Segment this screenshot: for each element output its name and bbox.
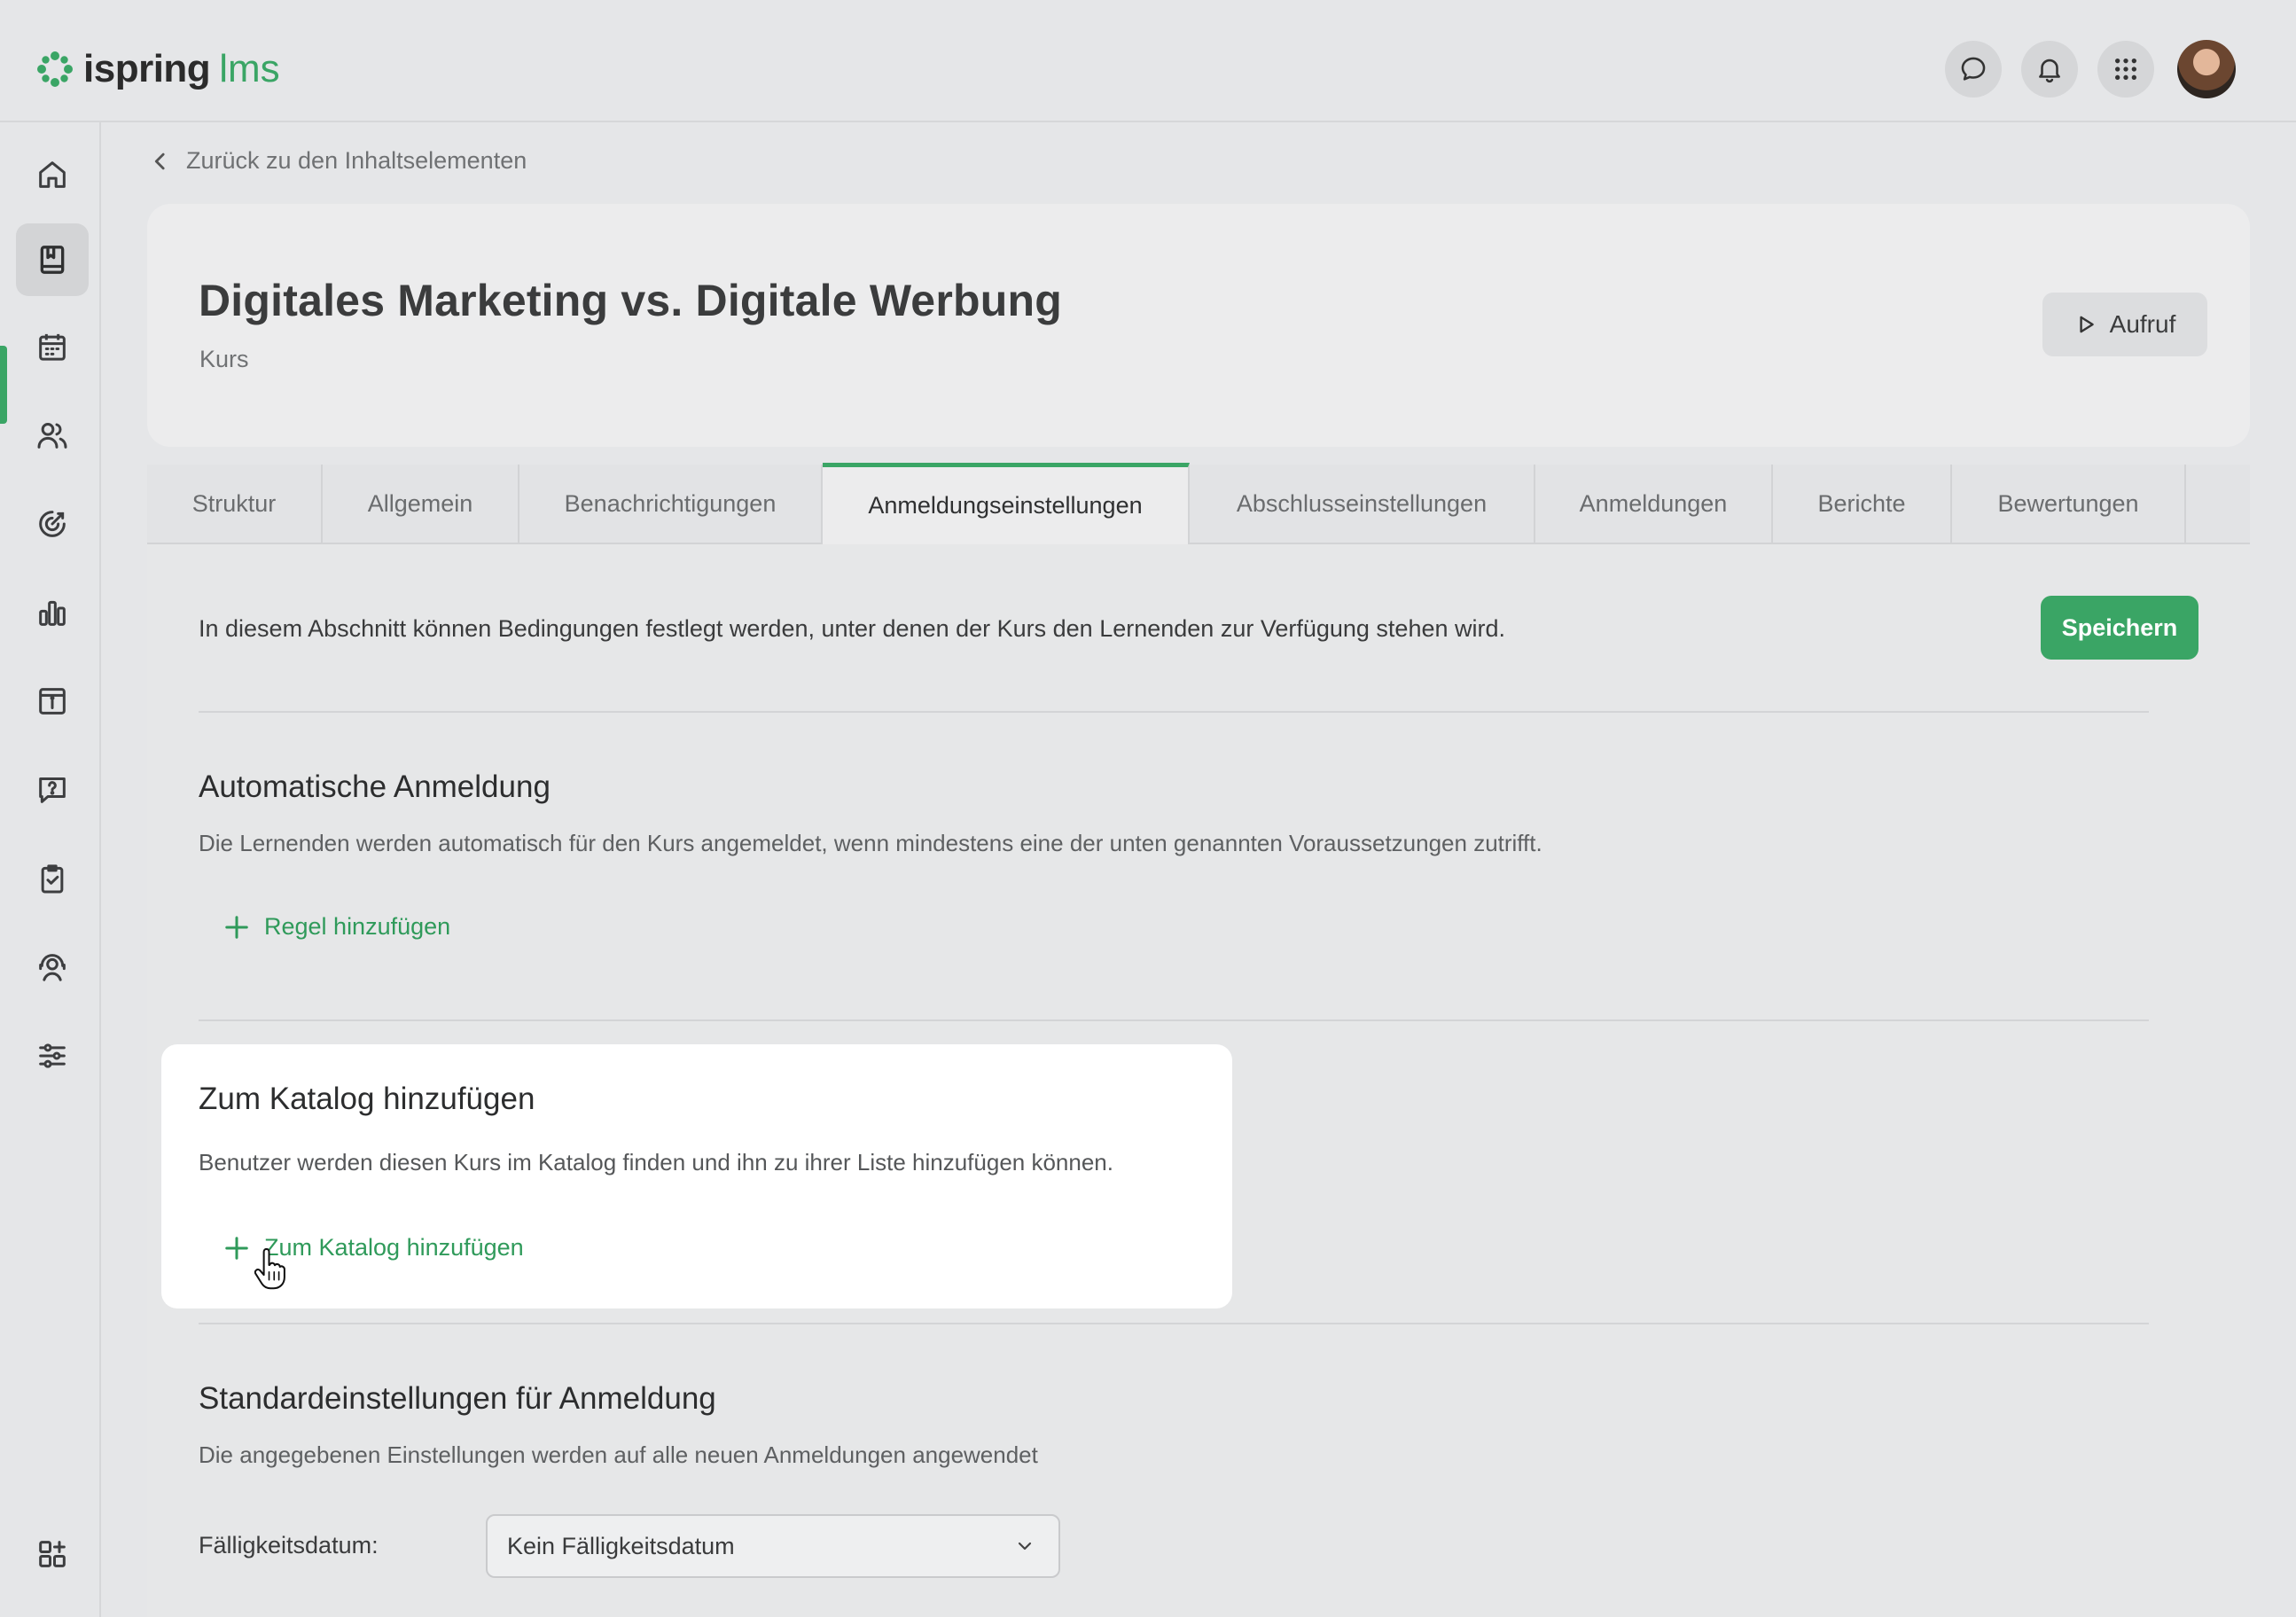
home-icon xyxy=(39,161,66,188)
ispring-logo-icon xyxy=(37,51,73,87)
apps-grid-icon xyxy=(2115,59,2136,80)
active-indicator xyxy=(0,346,7,424)
tab-allgemein[interactable]: Allgemein xyxy=(323,465,519,543)
sidebar-item-settings[interactable] xyxy=(16,1019,89,1092)
course-header: Digitales Marketing vs. Digitale Werbung… xyxy=(147,204,2250,447)
launch-button-label: Aufruf xyxy=(2109,310,2176,338)
target-icon xyxy=(39,511,66,537)
chat-button[interactable] xyxy=(1945,41,2002,98)
launch-button[interactable]: Aufruf xyxy=(2042,293,2207,356)
calendar-icon xyxy=(39,333,66,361)
book-icon xyxy=(40,246,65,274)
chevron-down-icon xyxy=(1018,1542,1032,1551)
divider xyxy=(199,1323,2149,1324)
ispring-logo[interactable]: ispring lms xyxy=(35,43,280,96)
play-icon xyxy=(2080,316,2094,333)
due-date-select[interactable]: Kein Fälligkeitsdatum xyxy=(486,1514,1060,1578)
tab-anmeldungseinstellungen[interactable]: Anmeldungseinstellungen xyxy=(823,463,1190,544)
sidebar-item-calendar[interactable] xyxy=(16,310,89,383)
user-avatar[interactable] xyxy=(2177,40,2236,98)
sliders-icon xyxy=(39,1043,66,1068)
bell-icon xyxy=(2039,59,2060,83)
settings-content: In diesem Abschnitt können Bedingungen f… xyxy=(147,544,2250,1617)
course-type: Kurs xyxy=(199,346,249,372)
auto-enrollment-description: Die Lernenden werden automatisch für den… xyxy=(199,830,1542,856)
sidebar-item-questions[interactable] xyxy=(16,754,89,826)
catalog-title: Zum Katalog hinzufügen xyxy=(199,1082,535,1116)
notifications-button[interactable] xyxy=(2021,41,2078,98)
clipboard-check-icon xyxy=(41,864,64,894)
hand-cursor-icon xyxy=(254,1248,285,1290)
sidebar xyxy=(0,122,101,1617)
add-to-catalog-label: Zum Katalog hinzufügen xyxy=(264,1234,524,1261)
tab-abschlusseinstellungen[interactable]: Abschlusseinstellungen xyxy=(1190,465,1535,543)
tab-anmeldungen[interactable]: Anmeldungen xyxy=(1535,465,1773,543)
add-rule-button[interactable]: Regel hinzufügen xyxy=(223,913,450,941)
catalog-section: Zum Katalog hinzufügen Benutzer werden d… xyxy=(161,1044,1232,1308)
sidebar-item-tasks[interactable] xyxy=(16,842,89,915)
chat-icon xyxy=(1961,57,1986,81)
sidebar-item-users[interactable] xyxy=(16,399,89,472)
plus-icon xyxy=(225,1236,248,1260)
chevron-left-icon xyxy=(154,152,165,169)
sidebar-item-home[interactable] xyxy=(16,138,89,211)
sidebar-item-reports[interactable] xyxy=(16,576,89,649)
info-calendar-icon xyxy=(39,688,66,715)
save-button[interactable]: Speichern xyxy=(2041,596,2198,660)
sidebar-item-events[interactable] xyxy=(16,665,89,738)
tab-berichte[interactable]: Berichte xyxy=(1773,465,1952,543)
logo-lms-text: lms xyxy=(219,47,280,90)
back-link-label: Zurück zu den Inhaltselementen xyxy=(186,147,527,174)
add-rule-label: Regel hinzufügen xyxy=(264,913,451,940)
sidebar-item-add-widget[interactable] xyxy=(16,1518,89,1590)
users-icon xyxy=(37,423,67,449)
back-link[interactable]: Zurück zu den Inhaltselementen xyxy=(152,147,527,175)
tab-benachrichtigungen[interactable]: Benachrichtigungen xyxy=(519,465,823,543)
top-actions xyxy=(1945,40,2236,98)
top-bar: ispring lms xyxy=(0,0,2296,122)
apps-button[interactable] xyxy=(2097,41,2154,98)
tab-struktur[interactable]: Struktur xyxy=(147,465,323,543)
divider xyxy=(199,711,2149,713)
logo-text: ispring xyxy=(83,47,211,90)
page-title: Digitales Marketing vs. Digitale Werbung xyxy=(199,276,1062,325)
plus-icon xyxy=(225,915,248,939)
default-settings-title: Standardeinstellungen für Anmeldung xyxy=(199,1381,716,1416)
support-agent-icon xyxy=(39,954,66,981)
intro-text: In diesem Abschnitt können Bedingungen f… xyxy=(199,615,1506,642)
sidebar-item-goals[interactable] xyxy=(16,488,89,560)
sidebar-item-support[interactable] xyxy=(16,931,89,1004)
question-chat-icon xyxy=(39,777,66,803)
default-settings-description: Die angegebenen Einstellungen werden auf… xyxy=(199,1441,1038,1468)
bar-chart-icon xyxy=(39,600,66,626)
tab-bewertungen[interactable]: Bewertungen xyxy=(1952,465,2186,543)
sidebar-item-courses[interactable] xyxy=(16,223,89,296)
divider xyxy=(199,1019,2149,1021)
catalog-description: Benutzer werden diesen Kurs im Katalog f… xyxy=(199,1149,1113,1176)
due-date-label: Fälligkeitsdatum: xyxy=(199,1532,379,1558)
add-widget-icon xyxy=(39,1541,66,1567)
due-date-value: Kein Fälligkeitsdatum xyxy=(507,1532,735,1559)
tab-bar: Struktur Allgemein Benachrichtigungen An… xyxy=(147,463,2250,544)
auto-enrollment-title: Automatische Anmeldung xyxy=(199,769,551,804)
